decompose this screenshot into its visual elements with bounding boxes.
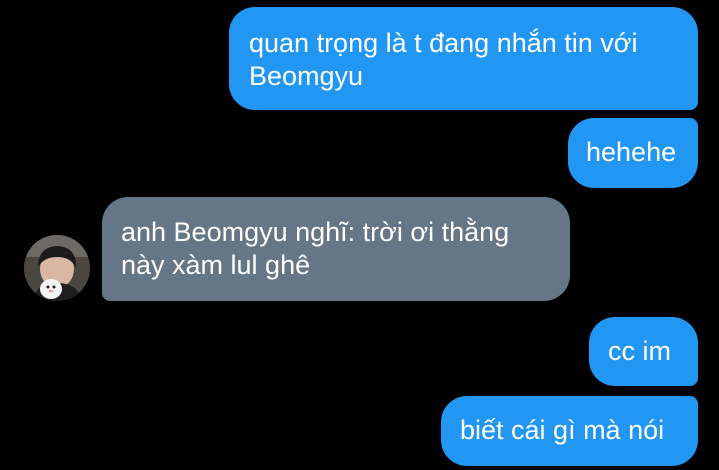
contact-avatar[interactable]: [24, 235, 90, 301]
message-bubble-outgoing[interactable]: cc im: [589, 317, 698, 386]
chat-thread: quan trọng là t đang nhắn tin với Beomgy…: [0, 0, 719, 470]
avatar-photo-icon: [24, 235, 90, 301]
message-bubble-outgoing[interactable]: biết cái gì mà nói: [441, 396, 698, 466]
message-bubble-outgoing[interactable]: quan trọng là t đang nhắn tin với Beomgy…: [229, 7, 698, 110]
message-bubble-incoming[interactable]: anh Beomgyu nghĩ: trời ơi thằng này xàm …: [102, 197, 570, 301]
message-bubble-outgoing[interactable]: hehehe: [568, 118, 698, 188]
